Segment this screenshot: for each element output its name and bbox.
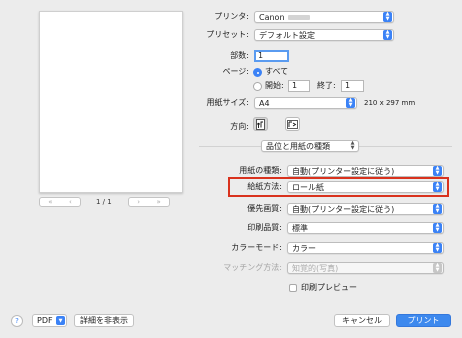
copies-label: 部数: (230, 51, 249, 60)
section-value: 品位と用紙の種類 (266, 141, 330, 151)
landscape-icon (287, 119, 298, 129)
paper-source-label: 給紙方法: (247, 182, 282, 191)
chevron-down-icon: ▼ (56, 316, 65, 325)
page-indicator: 1 / 1 (96, 198, 112, 206)
printer-label: プリンタ: (214, 12, 249, 21)
prev-page-icon[interactable]: ‹ (69, 198, 72, 206)
first-page-icon[interactable]: « (48, 198, 52, 206)
color-mode-value: カラー (292, 243, 316, 253)
pages-label: ページ: (222, 67, 249, 76)
cancel-button[interactable]: キャンセル (334, 314, 390, 327)
orientation-landscape-button[interactable] (285, 117, 300, 131)
next-page-icon[interactable]: › (137, 198, 140, 206)
chevron-updown-icon: ▲ ▼ (433, 243, 442, 253)
printer-select[interactable]: Canon ▲ ▼ (254, 11, 394, 23)
pages-range-radio[interactable] (253, 82, 262, 91)
preset-select[interactable]: デフォルト設定 ▲ ▼ (254, 29, 394, 41)
pages-to-field[interactable]: 1 (341, 80, 364, 92)
media-type-label: 用紙の種類: (239, 166, 282, 175)
page-preview (39, 11, 183, 193)
question-icon: ? (15, 317, 19, 325)
section-select[interactable]: 品位と用紙の種類 ▲ ▼ (261, 140, 359, 152)
print-preview-checkbox[interactable] (289, 284, 297, 292)
color-mode-select[interactable]: カラー ▲ ▼ (287, 242, 444, 254)
paper-dimensions: 210 x 297 mm (364, 99, 416, 107)
chevron-updown-icon: ▲ ▼ (433, 182, 442, 192)
chevron-updown-icon: ▲ ▼ (433, 204, 442, 214)
matching-label: マッチング方法: (223, 263, 282, 272)
paper-size-label: 用紙サイズ: (206, 98, 249, 107)
first-prev-page-buttons[interactable]: « ‹ (39, 197, 81, 207)
media-type-select[interactable]: 自動(プリンター設定に従う) ▲ ▼ (287, 165, 444, 177)
preset-value: デフォルト設定 (259, 30, 315, 40)
next-last-page-buttons[interactable]: › » (128, 197, 170, 207)
portrait-icon (256, 118, 265, 130)
copies-field[interactable]: 1 (254, 50, 289, 62)
media-type-value: 自動(プリンター設定に従う) (292, 166, 395, 176)
chevron-updown-icon: ▲ ▼ (433, 166, 442, 176)
chevron-updown-icon: ▲ ▼ (433, 223, 442, 233)
paper-source-select[interactable]: ロール紙 ▲ ▼ (287, 181, 444, 193)
chevron-updown-icon: ▲ ▼ (433, 263, 442, 273)
orientation-label: 方向: (230, 122, 249, 131)
print-preview-label: 印刷プレビュー (301, 283, 357, 292)
chevron-updown-icon: ▲ ▼ (346, 98, 355, 108)
priority-select[interactable]: 自動(プリンター設定に従う) ▲ ▼ (287, 203, 444, 215)
paper-size-select[interactable]: A4 ▲ ▼ (254, 97, 357, 109)
matching-value: 知覚的(写真) (292, 263, 339, 273)
pdf-menu-button[interactable]: PDF ▼ (32, 314, 67, 327)
pages-all-radio[interactable] (253, 68, 262, 77)
color-mode-label: カラーモード: (231, 243, 282, 252)
pdf-label: PDF (37, 316, 53, 325)
chevron-updown-icon: ▲ ▼ (350, 140, 355, 151)
pages-all-label: すべて (265, 67, 289, 76)
matching-select[interactable]: 知覚的(写真) ▲ ▼ (287, 262, 444, 274)
pages-from-field[interactable]: 1 (288, 80, 310, 92)
print-quality-select[interactable]: 標準 ▲ ▼ (287, 222, 444, 234)
pages-to-label: 終了: (317, 81, 336, 90)
preset-label: プリセット: (206, 30, 249, 39)
print-quality-value: 標準 (292, 223, 308, 233)
printer-value: Canon (259, 12, 285, 22)
last-page-icon[interactable]: » (156, 198, 160, 206)
print-quality-label: 印刷品質: (247, 223, 282, 232)
priority-value: 自動(プリンター設定に従う) (292, 204, 395, 214)
orientation-portrait-button[interactable] (253, 117, 268, 131)
hide-details-button[interactable]: 詳細を非表示 (74, 314, 134, 327)
chevron-updown-icon: ▲ ▼ (383, 30, 392, 40)
chevron-updown-icon: ▲ ▼ (383, 12, 392, 22)
print-button[interactable]: プリント (396, 314, 451, 327)
help-button[interactable]: ? (11, 315, 23, 327)
paper-size-value: A4 (259, 98, 270, 108)
priority-label: 優先画質: (247, 204, 282, 213)
paper-source-value: ロール紙 (292, 182, 324, 192)
printer-name-redacted (288, 15, 310, 20)
pages-from-label: 開始: (265, 81, 284, 90)
